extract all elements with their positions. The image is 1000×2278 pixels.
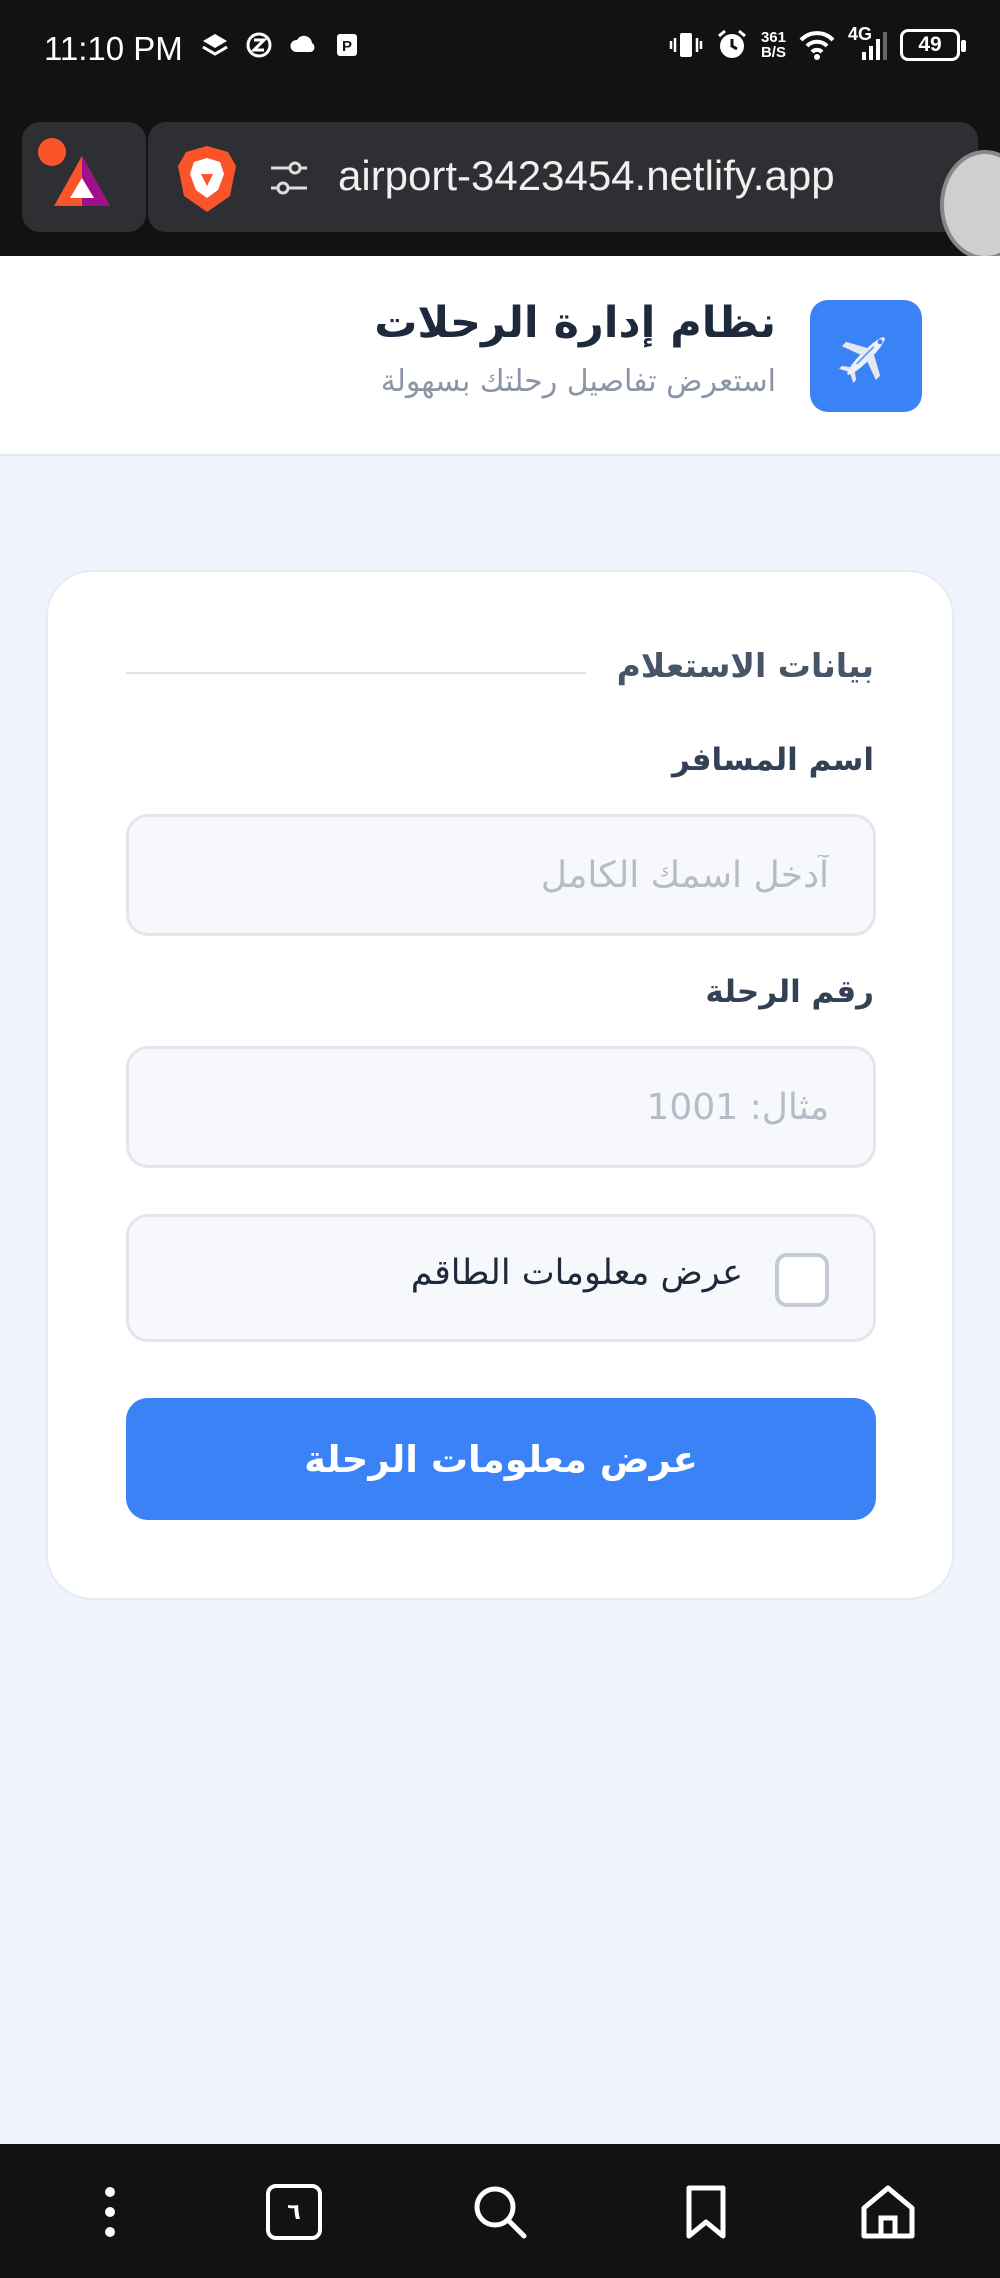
search-button[interactable]: [468, 2180, 532, 2244]
url-text[interactable]: airport-3423454.netlify.app: [338, 152, 835, 200]
show-flight-info-button[interactable]: عرض معلومات الرحلة: [126, 1398, 876, 1520]
bookmark-icon: [686, 2185, 726, 2239]
brave-rewards-button[interactable]: [22, 122, 146, 232]
app-subtitle: استعرض تفاصيل رحلتك بسهولة: [380, 364, 776, 399]
section-title: بيانات الاستعلام: [616, 646, 874, 685]
site-settings-icon[interactable]: [268, 158, 310, 198]
battery-level: 49: [918, 33, 942, 56]
status-bar: 11:10 PM P 361 B/S 4G 49: [0, 0, 1000, 100]
battery-icon: 49: [900, 29, 966, 61]
bookmark-button[interactable]: [674, 2180, 738, 2244]
address-bar[interactable]: airport-3423454.netlify.app: [148, 122, 978, 232]
passenger-name-label: اسم المسافر: [671, 742, 874, 778]
crew-info-label[interactable]: عرض معلومات الطاقم: [411, 1253, 743, 1293]
inquiry-card: بيانات الاستعلام اسم المسافر رقم الرحلة …: [46, 570, 954, 1600]
brave-shield-icon[interactable]: [176, 144, 238, 214]
browser-toolbar: airport-3423454.netlify.app: [0, 100, 1000, 260]
cloud-icon: [290, 35, 315, 52]
logo-badge: [810, 300, 922, 412]
svg-text:P: P: [342, 38, 352, 55]
status-time: 11:10 PM: [44, 30, 183, 67]
section-divider: [126, 672, 586, 674]
cell-signal: 4G: [848, 24, 888, 62]
app-header: نظام إدارة الرحلات استعرض تفاصيل رحلتك ب…: [0, 256, 1000, 456]
flight-number-label: رقم الرحلة: [705, 974, 874, 1010]
status-right-icons: 361 B/S 4G 49: [669, 24, 966, 62]
tabs-icon: ٦: [266, 2184, 322, 2240]
net-speed-unit: B/S: [760, 44, 786, 61]
tabs-button[interactable]: ٦: [262, 2180, 326, 2244]
passenger-name-input[interactable]: [126, 814, 876, 936]
vibrate-icon: [669, 33, 703, 57]
network-type: 4G: [848, 24, 873, 44]
net-speed-value: 361: [760, 29, 786, 46]
home-icon: [861, 2185, 915, 2239]
search-icon: [474, 2186, 527, 2239]
z-app-icon: [246, 32, 272, 58]
menu-button[interactable]: [78, 2180, 142, 2244]
parking-icon: P: [337, 34, 357, 56]
tab-count: ٦: [287, 2199, 301, 2225]
notification-icons: P: [200, 30, 362, 60]
layers-icon: [202, 34, 228, 56]
net-speed: 361 B/S: [761, 30, 786, 60]
app-title: نظام إدارة الرحلات: [374, 298, 776, 348]
more-vert-icon: [105, 2187, 115, 2237]
crew-info-option[interactable]: عرض معلومات الطاقم: [126, 1214, 876, 1342]
flight-number-input[interactable]: [126, 1046, 876, 1168]
brave-rewards-icon: [54, 156, 110, 206]
browser-bottom-nav: ٦: [0, 2144, 1000, 2278]
home-button[interactable]: [856, 2180, 920, 2244]
crew-info-checkbox[interactable]: [775, 1253, 829, 1307]
alarm-icon: [718, 29, 746, 58]
airplane-icon: [839, 337, 885, 383]
wifi-icon: [799, 31, 835, 60]
